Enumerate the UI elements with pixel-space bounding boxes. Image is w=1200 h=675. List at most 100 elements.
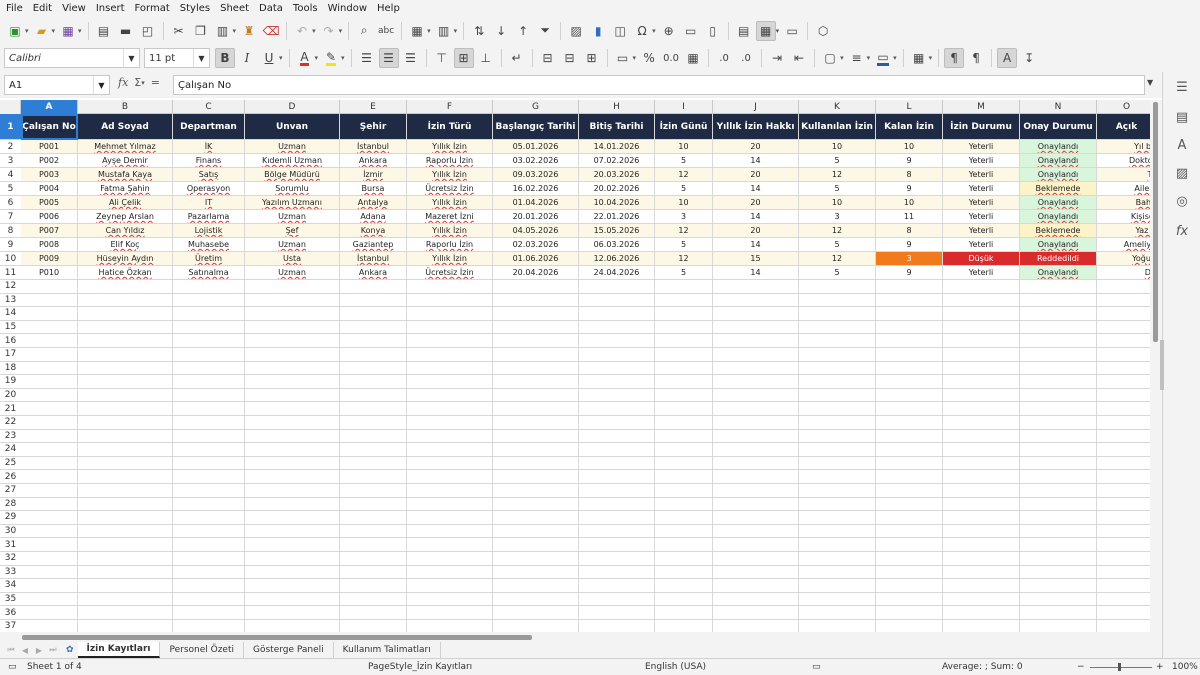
- table-cell[interactable]: Bursa: [340, 182, 407, 196]
- empty-cell[interactable]: [245, 320, 340, 335]
- empty-cell[interactable]: [655, 348, 713, 362]
- next-sheet-icon[interactable]: ▶: [32, 646, 46, 655]
- table-cell[interactable]: Mehmet Yılmaz: [78, 140, 173, 154]
- empty-cell[interactable]: [407, 552, 493, 566]
- row-header[interactable]: 36: [0, 606, 21, 620]
- empty-cell[interactable]: [21, 443, 78, 457]
- empty-cell[interactable]: [340, 334, 407, 348]
- empty-cell[interactable]: [943, 307, 1020, 321]
- clone-formatting-icon[interactable]: ♜: [239, 21, 259, 41]
- empty-cell[interactable]: [799, 361, 876, 376]
- empty-cell[interactable]: [1020, 443, 1097, 457]
- table-cell[interactable]: 10: [655, 140, 713, 154]
- empty-cell[interactable]: [21, 348, 78, 362]
- table-cell[interactable]: IT: [173, 196, 245, 210]
- empty-cell[interactable]: [245, 538, 340, 552]
- table-cell[interactable]: 3: [876, 252, 943, 266]
- left-to-right-icon[interactable]: ¶: [944, 48, 965, 68]
- column-header[interactable]: N: [1020, 100, 1097, 114]
- table-cell[interactable]: 5: [655, 182, 713, 196]
- empty-cell[interactable]: [876, 293, 943, 308]
- empty-cell[interactable]: [21, 497, 78, 512]
- table-cell[interactable]: 11: [876, 210, 943, 224]
- align-bottom-icon[interactable]: ⊥: [476, 48, 496, 68]
- empty-cell[interactable]: [245, 293, 340, 308]
- table-cell[interactable]: Usta: [245, 252, 340, 266]
- table-cell[interactable]: 22.01.2026: [579, 210, 655, 224]
- empty-cell[interactable]: [799, 375, 876, 389]
- empty-cell[interactable]: [579, 429, 655, 444]
- header-cell[interactable]: İzin Durumu: [943, 114, 1020, 140]
- empty-cell[interactable]: [1097, 470, 1150, 484]
- empty-cell[interactable]: [1020, 592, 1097, 607]
- add-decimal-icon[interactable]: .0: [714, 48, 734, 68]
- empty-cell[interactable]: [493, 429, 579, 444]
- clear-formatting-icon[interactable]: ⌫: [261, 21, 281, 41]
- freeze-rows-columns-icon[interactable]: ▦: [755, 20, 776, 41]
- empty-cell[interactable]: [21, 361, 78, 376]
- row-header[interactable]: 25: [0, 457, 21, 471]
- table-cell[interactable]: Mazeret İzni: [407, 210, 493, 224]
- row-header[interactable]: 6: [0, 196, 21, 210]
- sheet-tab-personel-ozeti[interactable]: Personel Özeti: [160, 642, 244, 658]
- empty-cell[interactable]: [493, 307, 579, 321]
- empty-cell[interactable]: [493, 579, 579, 593]
- empty-cell[interactable]: [21, 470, 78, 484]
- special-character-dropdown-icon[interactable]: ▾: [652, 27, 656, 35]
- empty-cell[interactable]: [579, 620, 655, 632]
- empty-cell[interactable]: [579, 361, 655, 376]
- empty-cell[interactable]: [21, 456, 78, 471]
- empty-cell[interactable]: [579, 579, 655, 593]
- table-cell[interactable]: 3: [655, 210, 713, 224]
- empty-cell[interactable]: [245, 375, 340, 389]
- empty-cell[interactable]: [799, 402, 876, 416]
- empty-cell[interactable]: [579, 538, 655, 552]
- empty-cell[interactable]: [493, 538, 579, 552]
- table-cell[interactable]: 14: [713, 266, 799, 280]
- add-sheet-icon[interactable]: ✿: [66, 645, 74, 655]
- font-name-dropdown-icon[interactable]: ▼: [123, 49, 139, 67]
- empty-cell[interactable]: [943, 497, 1020, 512]
- empty-cell[interactable]: [21, 484, 78, 498]
- sidebar-collapse-handle[interactable]: [1160, 340, 1164, 390]
- empty-cell[interactable]: [245, 484, 340, 498]
- table-cell[interactable]: P009: [21, 252, 78, 266]
- empty-cell[interactable]: [655, 402, 713, 416]
- expand-formula-icon[interactable]: ▼: [1147, 78, 1153, 87]
- table-cell[interactable]: Uzman: [245, 266, 340, 280]
- empty-cell[interactable]: [876, 511, 943, 525]
- empty-cell[interactable]: [713, 375, 799, 389]
- empty-cell[interactable]: [799, 320, 876, 335]
- row-header[interactable]: 4: [0, 168, 21, 182]
- table-cell[interactable]: Yazılım Uzmanı: [245, 196, 340, 210]
- table-cell[interactable]: 15.05.2026: [579, 224, 655, 238]
- empty-cell[interactable]: [407, 429, 493, 444]
- empty-cell[interactable]: [655, 388, 713, 403]
- empty-cell[interactable]: [173, 293, 245, 308]
- zoom-slider-knob[interactable]: [1118, 663, 1121, 671]
- table-cell[interactable]: 5: [799, 238, 876, 252]
- copy-icon[interactable]: ❐: [191, 21, 211, 41]
- table-cell[interactable]: Üretim: [173, 252, 245, 266]
- align-middle-icon[interactable]: ⊞: [453, 48, 474, 68]
- empty-cell[interactable]: [173, 429, 245, 444]
- empty-cell[interactable]: [21, 552, 78, 566]
- table-cell[interactable]: Onaylandı: [1020, 196, 1097, 210]
- row-header[interactable]: 10: [0, 252, 21, 266]
- row-header[interactable]: 18: [0, 362, 21, 376]
- empty-cell[interactable]: [245, 456, 340, 471]
- date-format-icon[interactable]: ▦: [683, 48, 703, 68]
- paste-dropdown-icon[interactable]: ▾: [233, 27, 237, 35]
- empty-cell[interactable]: [340, 388, 407, 403]
- table-cell[interactable]: Yıllık İzin: [407, 140, 493, 154]
- undo-dropdown-icon[interactable]: ▾: [312, 27, 316, 35]
- empty-cell[interactable]: [876, 307, 943, 321]
- row-header[interactable]: 37: [0, 620, 21, 632]
- italic-icon[interactable]: I: [237, 48, 257, 68]
- header-cell[interactable]: Unvan: [245, 114, 340, 140]
- last-sheet-icon[interactable]: ⏭: [46, 645, 60, 655]
- sum-dropdown-icon[interactable]: ▾: [141, 79, 145, 87]
- empty-cell[interactable]: [799, 348, 876, 362]
- menu-data[interactable]: Data: [259, 3, 283, 14]
- empty-cell[interactable]: [245, 348, 340, 362]
